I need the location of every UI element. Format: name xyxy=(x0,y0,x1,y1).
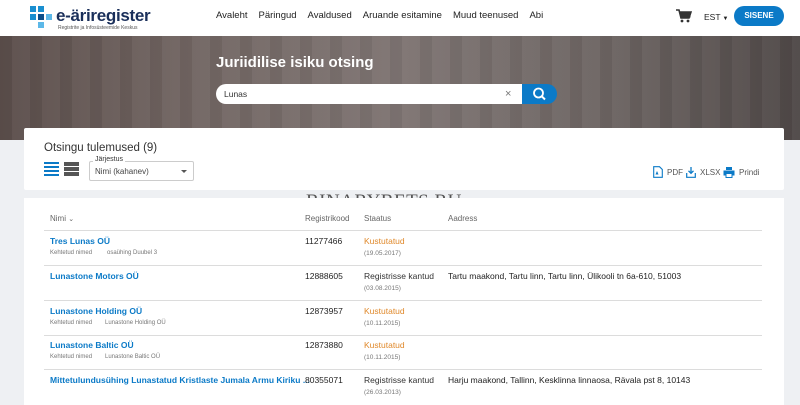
status-date: (03.08.2015) xyxy=(364,285,401,292)
nav-applications[interactable]: Avaldused xyxy=(308,10,352,21)
column-header-code[interactable]: Registrikood xyxy=(305,214,349,223)
company-name-link[interactable]: Lunastone Baltic OÜ xyxy=(50,340,134,350)
registry-code: 12873957 xyxy=(305,306,343,316)
row-divider xyxy=(44,335,762,336)
header-divider xyxy=(44,230,762,231)
search-button[interactable] xyxy=(522,84,557,104)
column-header-status[interactable]: Staatus xyxy=(364,214,391,223)
company-name-link[interactable]: Mittetulundusühing Lunastatud Kristlaste… xyxy=(50,375,310,385)
status-date: (19.05.2017) xyxy=(364,250,401,257)
company-name-link[interactable]: Lunastone Holding OÜ xyxy=(50,306,142,316)
search-input[interactable] xyxy=(216,84,524,104)
row-divider xyxy=(44,300,762,301)
row-divider xyxy=(44,369,762,370)
address-text: Harju maakond, Tallinn, Kesklinna linnao… xyxy=(448,375,691,385)
company-name-link[interactable]: Lunastone Motors OÜ xyxy=(50,271,139,281)
caret-down-icon xyxy=(181,170,187,173)
logo-mark-icon xyxy=(30,6,52,28)
print-link[interactable]: Prindi xyxy=(739,168,759,177)
status-badge: Kustutatud xyxy=(364,236,405,246)
nav-other-services[interactable]: Muud teenused xyxy=(453,10,519,21)
status-date: (10.11.2015) xyxy=(364,320,401,327)
site-logo[interactable]: e-äriregister Registrite ja Infosüsteemi… xyxy=(30,4,160,32)
pdf-icon[interactable] xyxy=(653,166,663,178)
status-date: (26.03.2013) xyxy=(364,389,401,396)
registry-code: 11277466 xyxy=(305,236,343,246)
sort-value: Nimi (kahanev) xyxy=(95,167,149,176)
nav-queries[interactable]: Päringud xyxy=(259,10,297,21)
column-header-address[interactable]: Aadress xyxy=(448,214,477,223)
status-badge: Registrisse kantud xyxy=(364,375,434,385)
status-date: (10.11.2015) xyxy=(364,354,401,361)
results-title: Otsingu tulemused (9) xyxy=(44,142,158,154)
nav-report-submission[interactable]: Aruande esitamine xyxy=(363,10,442,21)
registry-code: 80355071 xyxy=(305,375,343,385)
sort-select[interactable]: Nimi (kahanev) xyxy=(89,161,194,181)
list-view-icon[interactable] xyxy=(44,162,59,176)
former-names-label: Kehtetud nimed xyxy=(50,354,93,360)
results-header-panel: Otsingu tulemused (9) Järjestus Nimi (ka… xyxy=(24,128,784,190)
export-pdf-link[interactable]: PDF xyxy=(667,168,683,177)
sign-in-button[interactable]: SISENE xyxy=(734,6,784,26)
former-names-label: Kehtetud nimed xyxy=(50,250,93,256)
main-nav: Avaleht Päringud Avaldused Aruande esita… xyxy=(216,10,554,21)
nav-home[interactable]: Avaleht xyxy=(216,10,248,21)
page-title: Juriidilise isiku otsing xyxy=(216,54,374,71)
company-name-link[interactable]: Tres Lunas OÜ xyxy=(50,236,110,246)
registry-code: 12888605 xyxy=(305,271,343,281)
language-selector[interactable]: EST ▼ xyxy=(704,12,728,22)
results-table: Nimi ⌄ Registrikood Staatus Aadress Tres… xyxy=(24,198,784,405)
sort-chevron-icon: ⌄ xyxy=(68,216,75,223)
column-header-name-label: Nimi xyxy=(50,214,66,223)
search-icon xyxy=(533,87,546,101)
download-icon[interactable] xyxy=(686,166,696,178)
status-badge: Kustutatud xyxy=(364,340,405,350)
column-header-name[interactable]: Nimi ⌄ xyxy=(50,214,74,223)
former-names-label: Kehtetud nimed xyxy=(50,320,93,326)
logo-title: e-äriregister xyxy=(56,6,151,25)
row-divider xyxy=(44,265,762,266)
former-name-value: Lunastone Holding OÜ xyxy=(105,320,166,326)
status-badge: Registrisse kantud xyxy=(364,271,434,281)
shopping-cart-icon[interactable] xyxy=(676,9,692,23)
former-name-value: osaühing Duubel 3 xyxy=(107,250,158,256)
top-navigation-bar: e-äriregister Registrite ja Infosüsteemi… xyxy=(0,0,800,36)
chevron-down-icon: ▼ xyxy=(722,16,729,22)
status-badge: Kustutatud xyxy=(364,306,405,316)
language-label: EST xyxy=(704,12,721,22)
registry-code: 12873880 xyxy=(305,340,343,350)
former-name-value: Lunastone Baltic OÜ xyxy=(105,354,161,360)
logo-subtitle: Registrite ja Infosüsteemide Keskus xyxy=(58,25,138,31)
clear-search-icon[interactable]: × xyxy=(505,87,511,101)
compact-view-icon[interactable] xyxy=(64,162,79,176)
address-text: Tartu maakond, Tartu linn, Tartu linn, Ü… xyxy=(448,271,682,281)
nav-help[interactable]: Abi xyxy=(529,10,543,21)
print-icon[interactable] xyxy=(723,166,735,178)
sort-label: Järjestus xyxy=(93,156,126,163)
search-hero: Juriidilise isiku otsing × xyxy=(0,36,800,140)
export-xlsx-link[interactable]: XLSX xyxy=(700,168,720,177)
